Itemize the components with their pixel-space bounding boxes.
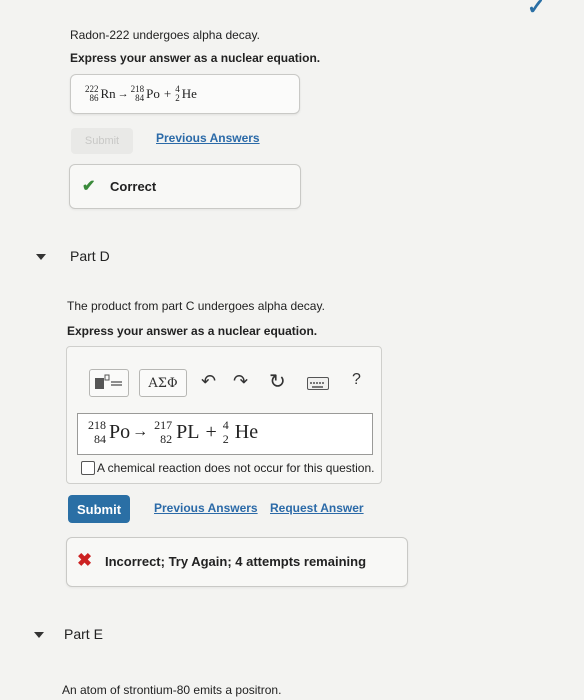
templates-button[interactable] [89, 369, 129, 397]
parte-header[interactable]: Part E [64, 626, 103, 642]
partd-product1-symbol: PL [176, 420, 200, 443]
partd-collapse-icon[interactable] [36, 254, 46, 260]
partc-instruction: Express your answer as a nuclear equatio… [70, 51, 321, 65]
partd-submit-button[interactable]: Submit [68, 495, 130, 523]
partc-previous-answers-link[interactable]: Previous Answers [156, 131, 260, 145]
parte-question: An atom of strontium-80 emits a positron… [62, 683, 282, 697]
partc-equation: 222 86 Rn → 218 84 Po + 42 He [85, 85, 197, 103]
partd-request-answer-link[interactable]: Request Answer [270, 501, 364, 515]
partc-reactant-symbol: Rn [100, 86, 116, 101]
partd-product2-symbol: He [234, 420, 259, 443]
partd-product1-mass: 217 [154, 418, 173, 432]
help-icon[interactable]: ? [352, 371, 361, 389]
partc-answer-box: 222 86 Rn → 218 84 Po + 42 He [70, 74, 300, 114]
partd-feedback-label: Incorrect; Try Again; 4 attempts remaini… [105, 554, 367, 569]
check-icon: ✓ [527, 0, 546, 19]
greek-letters-button[interactable]: ΑΣΦ [139, 369, 187, 397]
greek-letters-label: ΑΣΦ [148, 375, 178, 391]
partd-previous-answers-link[interactable]: Previous Answers [154, 501, 258, 515]
partd-plus: + [205, 420, 217, 443]
partc-plus: + [163, 86, 172, 101]
partd-equation-input[interactable]: 218 84 Po → 217 82 PL + 42 He [77, 413, 373, 455]
incorrect-x-icon: ✖ [77, 550, 93, 570]
redo-icon[interactable]: ↷ [233, 371, 248, 392]
partc-arrow: → [117, 88, 129, 100]
partd-answer-editor: ΑΣΦ ↶ ↷ ↻ ? 218 84 Po → 217 82 PL + 4 2 … [66, 346, 382, 484]
no-reaction-checkbox[interactable] [81, 461, 95, 475]
partd-equation: 218 84 Po → 217 82 PL + 42 He [88, 418, 258, 446]
partd-reactant-mass: 218 [88, 418, 106, 432]
reset-icon[interactable]: ↻ [269, 369, 286, 394]
keyboard-icon[interactable] [307, 377, 329, 390]
check-icon: ✔ [82, 178, 96, 195]
partc-product1-atomic: 84 [135, 93, 145, 103]
templates-icon [95, 374, 122, 389]
partd-reactant-symbol: Po [109, 420, 131, 443]
partc-reactant-atomic: 86 [89, 93, 99, 103]
partd-feedback-box: ✖ Incorrect; Try Again; 4 attempts remai… [66, 537, 408, 587]
partd-question: The product from part C undergoes alpha … [67, 299, 325, 313]
parte-collapse-icon[interactable] [34, 632, 44, 638]
undo-icon[interactable]: ↶ [201, 371, 216, 392]
partd-product2-mass: 4 [222, 418, 229, 432]
partd-product1-atomic: 82 [160, 432, 173, 446]
no-reaction-label: A chemical reaction does not occur for t… [97, 461, 375, 475]
partc-feedback-box: ✔ Correct [69, 164, 301, 209]
partc-product2-symbol: He [181, 86, 197, 101]
partd-instruction: Express your answer as a nuclear equatio… [67, 324, 318, 338]
partd-arrow: → [132, 423, 149, 440]
partc-product2-atomic: 2 [175, 93, 180, 103]
partd-header[interactable]: Part D [70, 248, 110, 264]
partd-product2-atomic: 2 [222, 432, 229, 446]
partc-product1-symbol: Po [146, 86, 160, 101]
partc-feedback-label: Correct [110, 179, 157, 194]
partc-question: Radon-222 undergoes alpha decay. [70, 28, 260, 42]
partc-submit-button[interactable]: Submit [71, 128, 133, 154]
partd-reactant-atomic: 84 [94, 432, 106, 446]
